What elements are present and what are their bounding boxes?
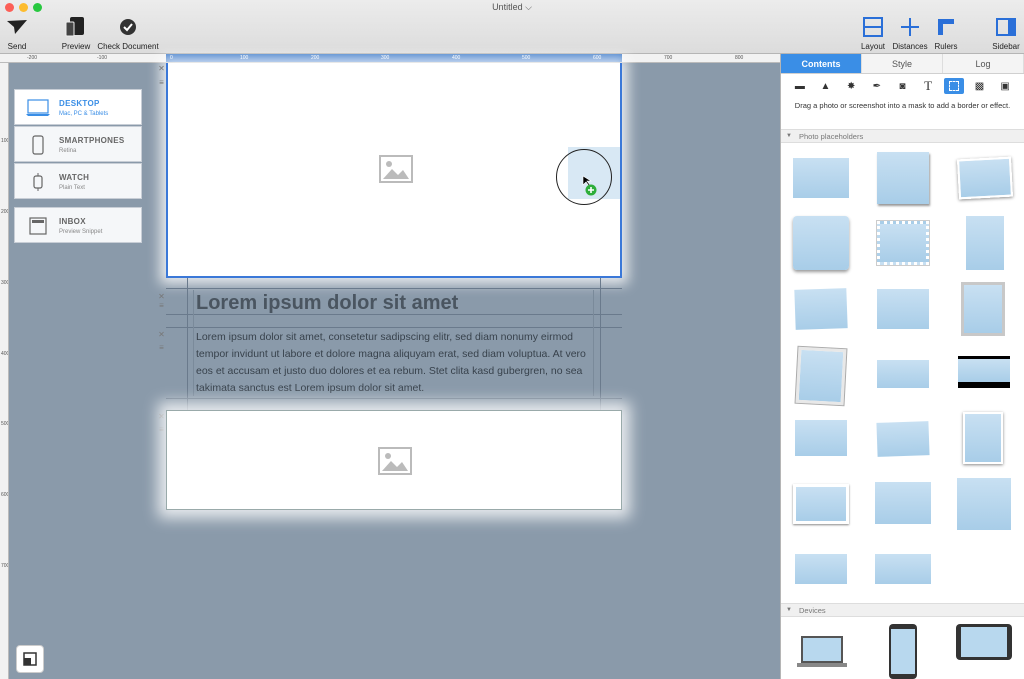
device-laptop-frame[interactable] bbox=[797, 636, 847, 668]
photo-placeholder[interactable] bbox=[876, 421, 930, 457]
block-drag-handle-icon[interactable]: ≡ bbox=[157, 425, 166, 434]
photo-placeholder[interactable] bbox=[956, 156, 1014, 200]
text-icon[interactable]: T bbox=[918, 78, 938, 94]
ruler-selection bbox=[166, 54, 622, 62]
image-block-top[interactable] bbox=[166, 63, 622, 278]
layout-button[interactable]: Layout bbox=[858, 16, 888, 51]
inbox-icon bbox=[29, 217, 47, 235]
guide-line bbox=[600, 278, 601, 410]
camera-icon[interactable]: ◙ bbox=[892, 78, 912, 94]
devices-icon bbox=[65, 17, 84, 37]
horizontal-ruler[interactable]: -200 -100 0 100 200 300 400 500 600 700 … bbox=[0, 54, 780, 63]
photo-placeholder[interactable] bbox=[961, 282, 1005, 336]
distances-icon bbox=[901, 18, 919, 36]
photo-placeholder[interactable] bbox=[958, 356, 1010, 388]
check-document-button[interactable]: Check Document bbox=[95, 16, 161, 51]
block-drag-handle-icon[interactable]: ≡ bbox=[157, 343, 166, 352]
sidebar-icon bbox=[996, 18, 1016, 36]
sidebar-tabs: Contents Style Log bbox=[781, 54, 1024, 74]
paper-plane-icon bbox=[7, 20, 27, 34]
heading-text[interactable]: Lorem ipsum dolor sit amet bbox=[196, 292, 458, 315]
distances-button[interactable]: Distances bbox=[890, 16, 930, 51]
toolbar: Untitled ⌵ Send Preview Check Document L… bbox=[0, 0, 1024, 54]
device-smartphones[interactable]: SMARTPHONES Retina bbox=[14, 126, 142, 162]
photo-placeholder[interactable] bbox=[966, 216, 1004, 270]
device-desktop[interactable]: DESKTOP Mac, PC & Tablets bbox=[14, 89, 142, 125]
block-delete-icon[interactable]: ✕ bbox=[157, 330, 166, 339]
canvas-size-button[interactable] bbox=[16, 645, 44, 673]
guide-line bbox=[166, 398, 622, 399]
guide-line bbox=[166, 327, 622, 328]
checkmark-icon bbox=[120, 19, 136, 35]
photo-placeholder[interactable] bbox=[795, 420, 847, 456]
section-photo-placeholders[interactable]: Photo placeholders bbox=[781, 129, 1024, 143]
sidebar-button[interactable]: Sidebar bbox=[990, 16, 1022, 51]
block-type-icon[interactable]: ▬ bbox=[790, 78, 810, 94]
block-delete-icon[interactable]: ✕ bbox=[157, 412, 166, 421]
laptop-icon bbox=[26, 99, 50, 116]
photo-placeholder[interactable] bbox=[877, 289, 929, 329]
photo-placeholder[interactable] bbox=[794, 288, 848, 330]
mask-icon[interactable] bbox=[943, 78, 964, 94]
device-phone-frame[interactable] bbox=[889, 624, 917, 679]
photo-placeholder[interactable] bbox=[957, 478, 1011, 530]
block-drag-handle-icon[interactable]: ≡ bbox=[157, 301, 166, 310]
starburst-icon[interactable]: ✸ bbox=[841, 78, 861, 94]
send-button[interactable]: Send bbox=[2, 16, 32, 51]
tab-contents[interactable]: Contents bbox=[781, 54, 862, 73]
device-inbox[interactable]: INBOX Preview Snippet bbox=[14, 207, 142, 243]
smartphone-icon bbox=[32, 135, 44, 155]
photo-placeholder[interactable] bbox=[963, 412, 1003, 464]
triangle-icon[interactable]: ▲ bbox=[815, 78, 835, 94]
photo-placeholder[interactable] bbox=[793, 216, 849, 270]
device-list: DESKTOP Mac, PC & Tablets SMARTPHONES Re… bbox=[14, 89, 142, 244]
chevron-down-icon: ⌵ bbox=[525, 2, 532, 12]
content-type-toolbar: ▬ ▲ ✸ ✒ ◙ T ▩ ▣ bbox=[781, 74, 1024, 98]
sidebar-hint: Drag a photo or screenshot into a mask t… bbox=[794, 101, 1011, 110]
window-title[interactable]: Untitled ⌵ bbox=[0, 2, 1024, 13]
guide-line bbox=[193, 290, 194, 396]
image-placeholder-icon bbox=[378, 447, 412, 475]
ruler-icon bbox=[938, 19, 954, 35]
photo-placeholder[interactable] bbox=[793, 484, 849, 524]
guide-line bbox=[166, 288, 622, 289]
block-drag-handle-icon[interactable]: ≡ bbox=[157, 78, 166, 87]
photo-placeholder[interactable] bbox=[877, 360, 929, 388]
guide-line bbox=[187, 278, 188, 410]
image-placeholder-icon bbox=[379, 155, 413, 183]
device-watch[interactable]: WATCH Plain Text bbox=[14, 163, 142, 199]
pattern-icon[interactable]: ▩ bbox=[969, 78, 989, 94]
preview-button[interactable]: Preview bbox=[58, 16, 94, 51]
resize-corner-icon bbox=[23, 652, 37, 666]
add-plus-icon bbox=[585, 184, 597, 196]
paragraph-text[interactable]: Lorem ipsum dolor sit amet, consetetur s… bbox=[196, 329, 596, 397]
photo-placeholder[interactable] bbox=[876, 220, 930, 266]
vertical-ruler[interactable]: 100 200 300 400 500 600 700 bbox=[0, 63, 9, 679]
photo-placeholder[interactable] bbox=[794, 345, 848, 407]
photo-placeholder[interactable] bbox=[793, 158, 849, 198]
layout-icon bbox=[863, 17, 883, 37]
photo-placeholder[interactable] bbox=[875, 482, 931, 524]
photo-placeholder[interactable] bbox=[877, 152, 929, 204]
photo-icon[interactable]: ▣ bbox=[995, 78, 1015, 94]
watch-icon bbox=[33, 173, 43, 191]
photo-placeholder[interactable] bbox=[795, 554, 847, 584]
block-delete-icon[interactable]: ✕ bbox=[157, 64, 166, 73]
pen-icon[interactable]: ✒ bbox=[867, 78, 887, 94]
image-block-bottom[interactable] bbox=[166, 410, 622, 510]
tab-log[interactable]: Log bbox=[943, 54, 1024, 73]
photo-placeholder[interactable] bbox=[875, 554, 931, 584]
sidebar-panel: Contents Style Log ▬ ▲ ✸ ✒ ◙ T ▩ ▣ Drag … bbox=[780, 54, 1024, 679]
rulers-button[interactable]: Rulers bbox=[932, 16, 960, 51]
section-devices[interactable]: Devices bbox=[781, 603, 1024, 617]
tab-style[interactable]: Style bbox=[862, 54, 943, 73]
device-tablet-frame[interactable] bbox=[956, 624, 1012, 660]
block-delete-icon[interactable]: ✕ bbox=[157, 292, 166, 301]
